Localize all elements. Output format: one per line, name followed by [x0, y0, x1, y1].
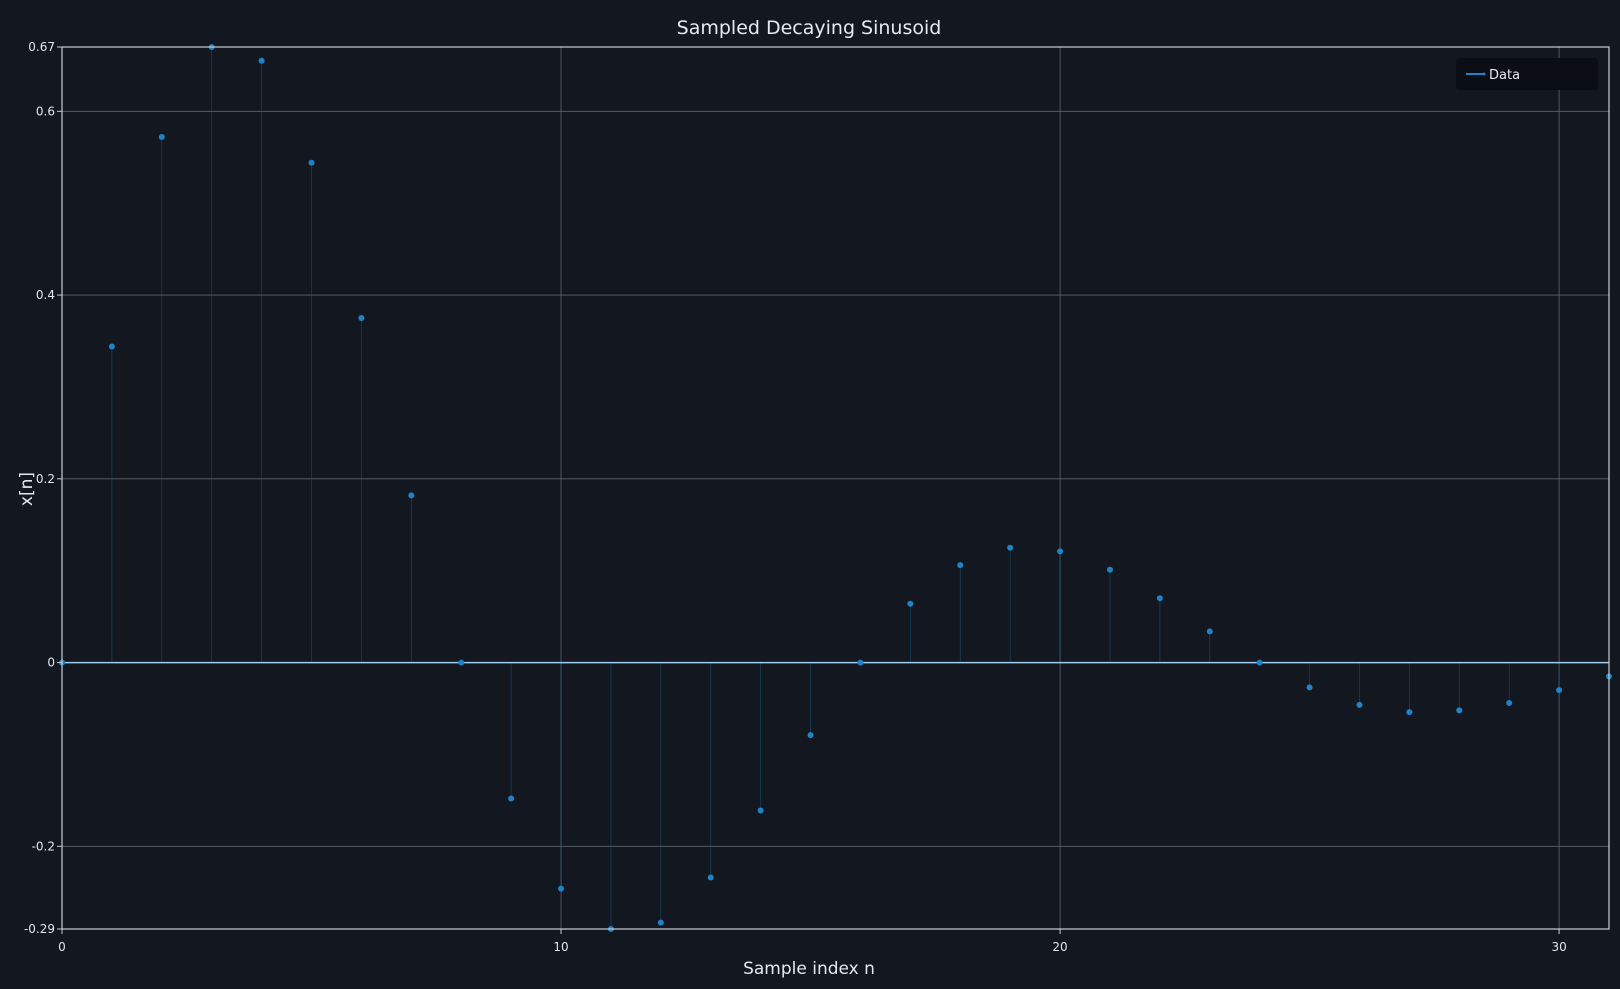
chart-title: Sampled Decaying Sinusoid	[677, 17, 942, 39]
chart-background	[0, 0, 1620, 989]
y-tick-label-0: 0	[47, 656, 55, 670]
data-point-n14	[757, 807, 764, 814]
y-axis-label: x[n]	[17, 472, 37, 506]
data-point-n2	[158, 134, 165, 141]
data-point-n4	[258, 57, 265, 64]
x-tick-label-10: 10	[553, 940, 568, 954]
data-point-n8	[458, 659, 465, 666]
y-tick-label-0.4: 0.4	[36, 288, 55, 302]
data-point-n20	[1057, 548, 1064, 555]
data-point-n10	[558, 885, 565, 892]
stem-chart: Sampled Decaying Sinusoid 0 10 20 30 -0.29 -0…	[0, 0, 1620, 989]
x-tick-label-20: 20	[1052, 940, 1067, 954]
data-point-n15	[807, 732, 814, 739]
data-point-n13	[707, 874, 714, 881]
legend-label-data: Data	[1489, 68, 1520, 83]
x-tick-label-0: 0	[58, 940, 66, 954]
data-point-n19	[1007, 544, 1014, 551]
legend: Data	[1456, 58, 1598, 90]
data-point-n30	[1556, 687, 1563, 694]
data-point-n5	[308, 159, 315, 166]
data-point-n1	[108, 343, 115, 350]
data-point-n21	[1106, 566, 1113, 573]
data-point-n22	[1156, 595, 1163, 602]
y-tick-label--0.29: -0.29	[24, 922, 55, 936]
data-point-n28	[1456, 707, 1463, 714]
legend-swatch-marker	[1482, 72, 1486, 76]
data-point-n24	[1256, 659, 1263, 666]
data-point-n17	[907, 600, 914, 607]
data-point-n27	[1406, 709, 1413, 716]
y-tick-label-0.67: 0.67	[28, 40, 55, 54]
x-axis-label: Sample index n	[743, 959, 875, 979]
data-point-n25	[1306, 684, 1313, 691]
x-tick-label-30: 30	[1551, 940, 1566, 954]
y-tick-label-0.2: 0.2	[36, 472, 55, 486]
data-point-n12	[657, 919, 664, 926]
data-point-n29	[1506, 699, 1513, 706]
y-tick-label-0.6: 0.6	[36, 104, 55, 118]
data-point-n23	[1206, 628, 1213, 635]
y-tick-label--0.2: -0.2	[32, 839, 55, 853]
data-point-n7	[408, 492, 415, 499]
data-point-n18	[957, 562, 964, 569]
data-point-n6	[358, 315, 365, 322]
data-point-n26	[1356, 701, 1363, 708]
data-point-n9	[508, 795, 515, 802]
data-point-n16	[857, 659, 864, 666]
